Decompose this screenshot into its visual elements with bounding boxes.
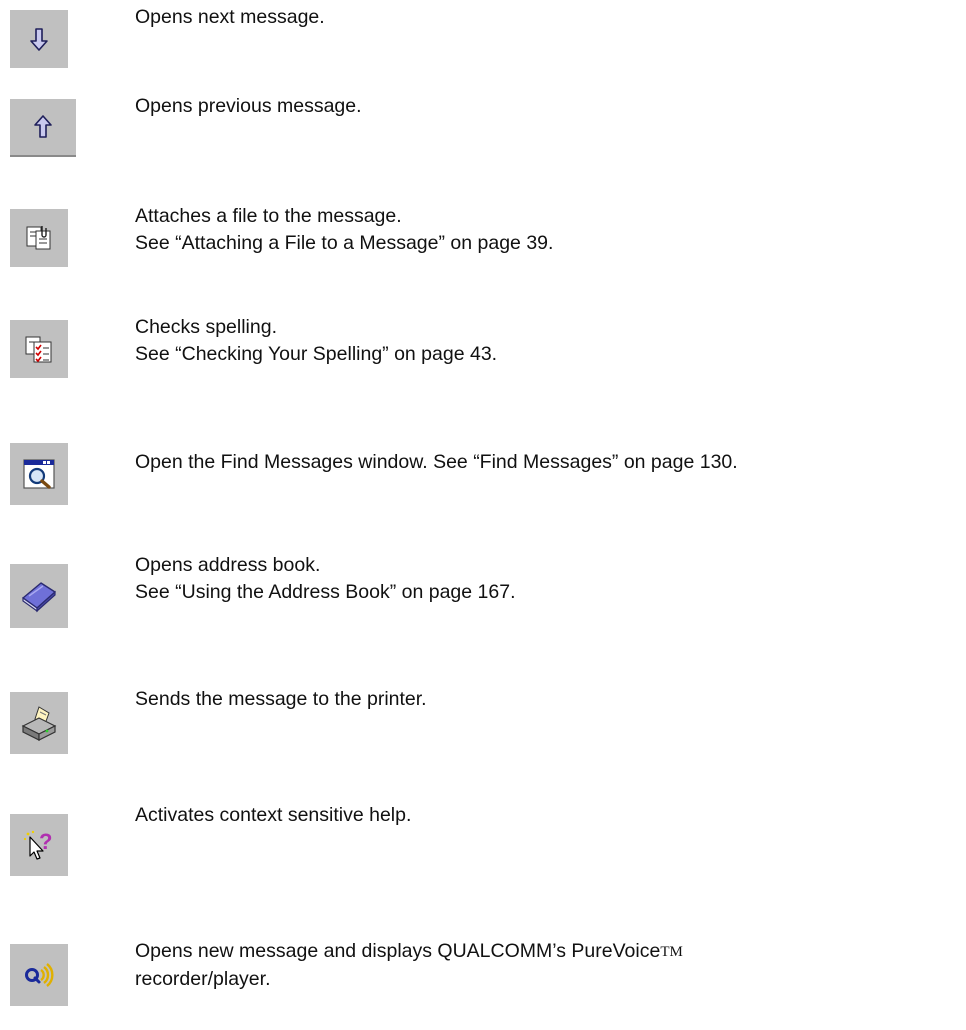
trademark-symbol: TM <box>660 944 683 960</box>
previous-message-button[interactable] <box>10 99 76 157</box>
previous-message-description: Opens previous message. <box>135 93 362 120</box>
description-line: Attaches a file to the message. <box>135 205 402 227</box>
description-line: Open the Find Messages window. See “Find… <box>135 451 738 473</box>
purevoice-button[interactable] <box>10 944 68 1006</box>
address-book-icon <box>22 582 56 613</box>
print-description: Sends the message to the printer. <box>135 686 427 713</box>
context-help-icon: ? <box>23 829 52 860</box>
attach-file-icon <box>26 226 51 250</box>
description-line: Checks spelling. <box>135 316 277 338</box>
print-button[interactable] <box>10 692 68 754</box>
description-line: Activates context sensitive help. <box>135 804 412 826</box>
attach-file-button[interactable] <box>10 209 68 267</box>
find-messages-icon <box>23 459 55 489</box>
find-messages-button[interactable] <box>10 443 68 505</box>
next-message-button[interactable] <box>10 10 68 68</box>
spell-check-icon <box>25 336 52 363</box>
description-line: See “Attaching a File to a Message” on p… <box>135 232 554 254</box>
context-help-button[interactable]: ? <box>10 814 68 876</box>
printer-icon <box>21 706 57 741</box>
description-line: See “Checking Your Spelling” on page 43. <box>135 343 498 365</box>
svg-text:?: ? <box>39 829 52 854</box>
next-message-description: Opens next message. <box>135 4 325 31</box>
check-spelling-description: Checks spelling. See “Checking Your Spel… <box>135 314 497 368</box>
arrow-down-icon <box>30 28 48 51</box>
description-line: Opens new message and displays QUALCOMM’… <box>135 938 683 966</box>
arrow-up-icon <box>34 115 52 138</box>
address-book-button[interactable] <box>10 564 68 628</box>
description-line: Opens next message. <box>135 6 325 28</box>
description-line: Opens previous message. <box>135 95 362 117</box>
find-messages-description: Open the Find Messages window. See “Find… <box>135 449 738 476</box>
description-line: recorder/player. <box>135 968 271 990</box>
description-line: See “Using the Address Book” on page 167… <box>135 581 516 603</box>
description-text: Opens new message and displays QUALCOMM’… <box>135 940 661 962</box>
description-line: Opens address book. <box>135 554 321 576</box>
purevoice-icon <box>25 963 54 987</box>
check-spelling-button[interactable] <box>10 320 68 378</box>
attach-file-description: Attaches a file to the message. See “Att… <box>135 203 553 257</box>
context-help-description: Activates context sensitive help. <box>135 802 411 829</box>
purevoice-description: Opens new message and displays QUALCOMM’… <box>135 938 683 993</box>
address-book-description: Opens address book. See “Using the Addre… <box>135 552 516 606</box>
description-line: Sends the message to the printer. <box>135 688 427 710</box>
